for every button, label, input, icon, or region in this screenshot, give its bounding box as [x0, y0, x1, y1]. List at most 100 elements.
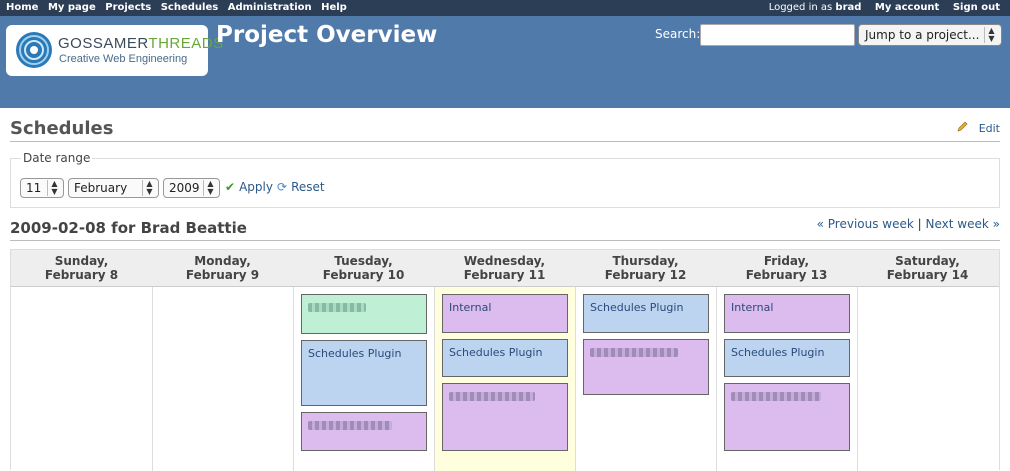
search-input[interactable] — [700, 24, 855, 46]
header-band: GOSSAMERTHREADS Creative Web Engineering… — [0, 16, 1010, 108]
schedule-entry[interactable]: Schedules Plugin — [442, 339, 568, 377]
year-select-value: 2009 — [169, 181, 200, 195]
reset-link[interactable]: ⟳ Reset — [277, 180, 325, 194]
day-header-monday: Monday, February 9 — [152, 254, 293, 282]
top-menu-left: Home My page Projects Schedules Administ… — [6, 2, 353, 13]
day-select-value: 11 — [26, 181, 42, 195]
redacted-entry-label — [449, 392, 535, 401]
day-header-weekday: Monday, — [194, 254, 251, 268]
redacted-entry-label — [308, 303, 366, 312]
edit-link[interactable]: Edit — [957, 120, 1000, 135]
day-header-sunday: Sunday, February 8 — [11, 254, 152, 282]
day-header-weekday: Friday, — [763, 254, 810, 268]
pencil-icon — [957, 121, 973, 135]
month-select[interactable]: February ▲ ▼ — [68, 178, 159, 198]
checkmark-icon: ✔ — [225, 180, 236, 194]
schedule-entry-label: Internal — [731, 301, 774, 314]
month-select-value: February — [74, 181, 128, 195]
search-label: Search: — [655, 27, 701, 41]
reload-icon: ⟳ — [277, 180, 288, 194]
day-column-thursday: Schedules Plugin — [575, 287, 716, 471]
day-header-weekday: Sunday, — [54, 254, 109, 268]
day-header-thursday: Thursday, February 12 — [575, 254, 716, 282]
schedule-entry[interactable] — [442, 383, 568, 451]
schedule-entry[interactable] — [301, 412, 427, 451]
top-menu-right: Logged in as brad My account Sign out — [769, 2, 1000, 13]
redacted-entry-label — [731, 392, 821, 401]
apply-link[interactable]: ✔ Apply — [225, 180, 273, 194]
day-column-monday — [152, 287, 293, 471]
schedule-entry[interactable]: Schedules Plugin — [583, 294, 709, 333]
day-column-tuesday: Schedules Plugin — [293, 287, 434, 471]
day-column-saturday — [857, 287, 998, 471]
day-header-date: February 9 — [185, 268, 260, 282]
menu-help-link[interactable]: Help — [321, 2, 347, 13]
day-header-date: February 11 — [463, 268, 546, 282]
logo-tagline: Creative Web Engineering — [59, 53, 188, 65]
calendar-header-row: Sunday, February 8 Monday, February 9 Tues… — [11, 250, 999, 287]
day-header-date: February 13 — [745, 268, 828, 282]
day-header-saturday: Saturday, February 14 — [857, 254, 998, 282]
select-arrows-icon: ▲ ▼ — [203, 180, 217, 196]
edit-label: Edit — [978, 122, 1000, 135]
schedule-entry-label: Schedules Plugin — [731, 346, 825, 359]
schedule-entry[interactable] — [583, 339, 709, 395]
day-column-wednesday: Internal Schedules Plugin — [434, 287, 575, 471]
menu-administration-link[interactable]: Administration — [228, 2, 312, 13]
select-arrows-icon: ▲ ▼ — [984, 27, 998, 43]
top-menu: Home My page Projects Schedules Administ… — [0, 0, 1010, 16]
page-title: Schedules — [10, 118, 114, 139]
schedule-entry[interactable] — [301, 294, 427, 334]
schedule-entry[interactable]: Internal — [724, 294, 850, 333]
jump-to-project-select[interactable]: Jump to a project... ▲ ▼ — [858, 24, 1002, 46]
day-header-date: February 14 — [886, 268, 969, 282]
day-column-friday: Internal Schedules Plugin — [716, 287, 857, 471]
schedule-entry[interactable] — [724, 383, 850, 451]
logo-wordmark: GOSSAMERTHREADS — [58, 35, 224, 52]
apply-label: Apply — [239, 180, 273, 194]
schedule-entry[interactable]: Schedules Plugin — [301, 340, 427, 406]
select-arrows-icon: ▲ ▼ — [142, 180, 156, 196]
date-range-fieldset: Date range 11 ▲ ▼ February ▲ ▼ 2009 ▲ ▼ ✔ Ap… — [10, 151, 1000, 208]
sign-out-link[interactable]: Sign out — [953, 2, 1000, 13]
week-nav-separator: | — [917, 217, 922, 231]
redacted-entry-label — [590, 348, 678, 357]
logged-in-username[interactable]: brad — [835, 2, 861, 13]
logo-word-gossamer: GOSSAMER — [58, 35, 149, 52]
logged-in-prefix: Logged in as — [768, 2, 833, 13]
next-week-link[interactable]: Next week » — [926, 217, 1000, 231]
day-header-weekday: Tuesday, — [334, 254, 393, 268]
day-header-friday: Friday, February 13 — [716, 254, 857, 282]
schedule-entry[interactable]: Internal — [442, 294, 568, 333]
menu-my-page-link[interactable]: My page — [48, 2, 96, 13]
reset-label: Reset — [291, 180, 325, 194]
redacted-entry-label — [308, 421, 392, 430]
week-calendar: Sunday, February 8 Monday, February 9 Tues… — [10, 249, 1000, 471]
title-divider — [10, 141, 1000, 142]
day-header-date: February 10 — [322, 268, 405, 282]
previous-week-link[interactable]: « Previous week — [817, 217, 914, 231]
logged-in-text: Logged in as brad — [769, 2, 862, 13]
year-select[interactable]: 2009 ▲ ▼ — [163, 178, 220, 198]
jump-to-project-label: Jump to a project... — [865, 28, 980, 42]
menu-home-link[interactable]: Home — [6, 2, 38, 13]
day-select[interactable]: 11 ▲ ▼ — [20, 178, 64, 198]
my-account-link[interactable]: My account — [875, 2, 939, 13]
day-header-weekday: Saturday, — [895, 254, 960, 268]
schedule-entry-label: Internal — [449, 301, 492, 314]
day-header-weekday: Wednesday, — [463, 254, 546, 268]
select-arrows-icon: ▲ ▼ — [47, 180, 61, 196]
menu-projects-link[interactable]: Projects — [105, 2, 151, 13]
logo-swirl-icon — [16, 32, 52, 68]
day-column-sunday — [11, 287, 152, 471]
gossamer-threads-logo[interactable]: GOSSAMERTHREADS Creative Web Engineering — [6, 25, 223, 76]
schedule-entry-label: Schedules Plugin — [308, 347, 402, 360]
day-header-date: February 8 — [44, 268, 119, 282]
schedule-entry[interactable]: Schedules Plugin — [724, 339, 850, 377]
schedule-entry-label: Schedules Plugin — [449, 346, 543, 359]
schedule-entry-label: Schedules Plugin — [590, 301, 684, 314]
week-navigation: « Previous week | Next week » — [817, 217, 1000, 231]
menu-schedules-link[interactable]: Schedules — [161, 2, 218, 13]
project-title: Project Overview — [216, 22, 438, 48]
week-divider — [10, 240, 1000, 241]
